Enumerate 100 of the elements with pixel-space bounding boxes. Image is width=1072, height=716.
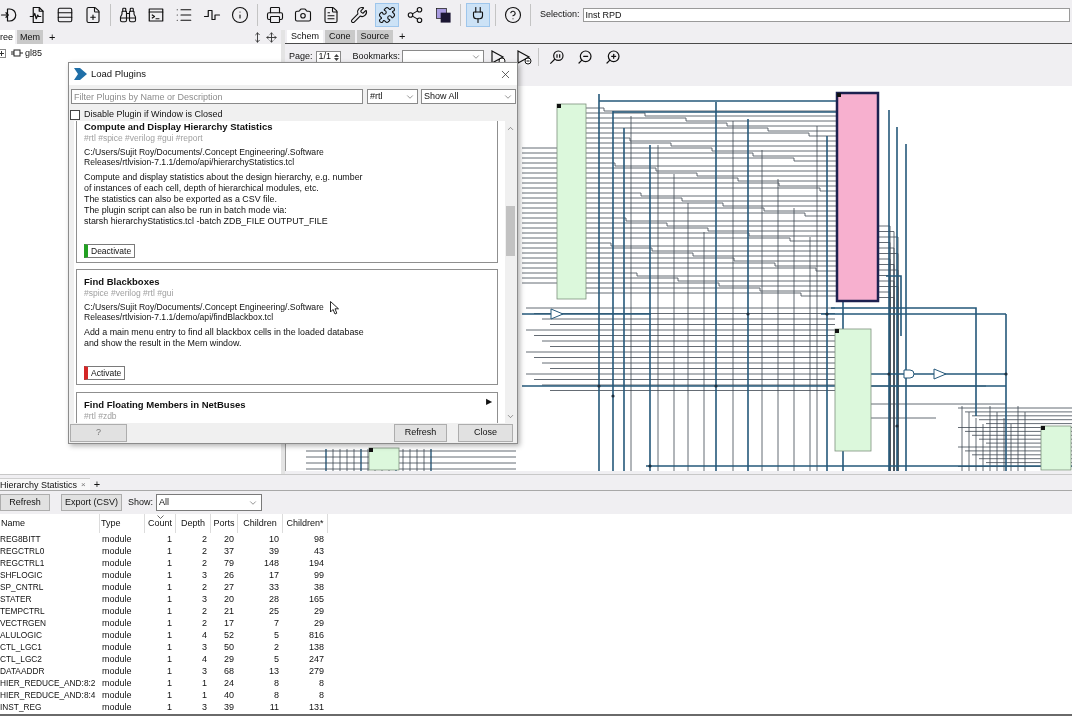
plugin-card[interactable] — [76, 121, 498, 263]
move-icon[interactable] — [266, 32, 277, 43]
puzzle-icon — [378, 6, 396, 24]
zoom-out-icon[interactable] — [577, 49, 594, 65]
dialog-button[interactable]: Refresh — [394, 424, 447, 442]
table-cell-text: STATER — [0, 593, 33, 605]
buffer-symbol[interactable] — [933, 368, 947, 380]
selection-field[interactable]: Inst RPD — [582, 8, 1070, 22]
plugin-description: Add a main menu entry to find all blackbox cells in the loaded database and show the result in the Mem window. — [84, 327, 364, 349]
table-cell-text: 39 — [268, 545, 280, 557]
schematic-cell[interactable] — [556, 103, 587, 300]
table-cell-text: ALULOGIC — [0, 629, 43, 641]
schematic-cell[interactable] — [1040, 425, 1072, 471]
zoom-in-icon[interactable] — [605, 49, 622, 65]
rows-icon — [56, 6, 74, 24]
schematic-cell[interactable] — [368, 447, 400, 471]
table-cell-text: REGCTRL0 — [0, 545, 46, 557]
table-cell-text: module — [101, 689, 133, 701]
add-tab-button[interactable]: + — [93, 478, 101, 490]
table-cell-text: module — [101, 605, 133, 617]
table-cell-text: 1 — [166, 545, 173, 557]
table-cell-text: 79 — [223, 557, 235, 569]
table-cell-text: 2 — [201, 545, 208, 557]
bookmarks-label: Bookmarks: — [352, 50, 401, 64]
table-cell-text: 1 — [166, 701, 173, 713]
plugin-toggle-button[interactable]: Deactivate — [84, 244, 136, 258]
table-cell-text: 29 — [313, 617, 325, 629]
gate-symbol[interactable] — [903, 369, 915, 379]
table-cell-text: 68 — [223, 665, 235, 677]
table-cell-text: module — [101, 653, 133, 665]
panel-tab[interactable]: ree — [0, 30, 15, 44]
schematic-cell[interactable] — [835, 91, 880, 303]
table-cell-text: module — [101, 665, 133, 677]
tree-item[interactable]: gl85 — [25, 47, 42, 59]
filter-field[interactable]: Filter Plugins by Name or Description — [71, 89, 363, 104]
table-cell-text: 1 — [166, 581, 173, 593]
table-cell-text: 4 — [201, 653, 208, 665]
view-tab[interactable]: Schem — [287, 30, 323, 43]
panel-tab[interactable]: Hierarchy Statistics × — [0, 478, 90, 490]
table-cell-text: 1 — [166, 593, 173, 605]
table-cell-text: 17 — [268, 569, 280, 581]
plugin-card[interactable] — [76, 269, 498, 385]
checkbox-label: Disable Plugin if Window is Closed — [84, 108, 223, 122]
table-cell-text: 1 — [166, 533, 173, 545]
column-header[interactable]: Depth — [176, 514, 211, 533]
view-tab[interactable]: Cone — [325, 30, 355, 43]
close-tab-button[interactable]: × — [81, 478, 86, 491]
dialog-button[interactable]: ? — [70, 424, 127, 442]
expand-box-icon[interactable] — [0, 48, 6, 58]
table-cell-text: 2 — [201, 581, 208, 593]
plugin-title: Find Floating Members in NetBuses — [84, 399, 246, 411]
binoculars-icon — [119, 6, 137, 24]
table-cell-text: 816 — [307, 629, 325, 641]
column-header[interactable]: Name — [0, 514, 100, 533]
table-cell-text: 1 — [166, 677, 173, 689]
add-tab-button[interactable]: + — [399, 30, 406, 43]
table-cell-text: 8 — [273, 677, 280, 689]
checkbox[interactable] — [70, 110, 80, 120]
table-cell-text: 3 — [201, 569, 208, 581]
magnifier-bars-icon[interactable] — [549, 49, 566, 65]
show-filter-dropdown[interactable]: Show All — [421, 89, 516, 104]
plugin-card[interactable]: Find Floating Members in NetBuses #rtl #zdb ▶ — [76, 392, 498, 423]
toolbar-button[interactable] — [375, 3, 399, 27]
gate-arrow-icon — [0, 6, 18, 24]
table-cell-text: 28 — [268, 593, 280, 605]
view-tab[interactable]: Source — [356, 30, 394, 43]
table-cell-text: SP_CNTRL — [0, 581, 45, 593]
tag-filter-dropdown[interactable]: #rtl — [367, 89, 418, 104]
scrollbar-thumb[interactable] — [506, 206, 515, 256]
table-cell-text: SHFLOGIC — [0, 569, 44, 581]
table-cell-text: CTL_LGC1 — [0, 641, 43, 653]
dialog-title: Load Plugins — [91, 66, 146, 81]
plugin-toggle-button[interactable]: Activate — [84, 366, 126, 380]
column-header[interactable]: Children — [238, 514, 283, 533]
column-header[interactable]: Children* — [283, 514, 328, 533]
move-vertical-icon[interactable] — [252, 32, 263, 43]
add-tab-button[interactable]: + — [49, 30, 56, 44]
selection-label: Selection: — [540, 8, 580, 22]
column-header[interactable]: Type — [100, 514, 145, 533]
table-cell-text: 25 — [268, 605, 280, 617]
toolbar-button[interactable] — [466, 3, 490, 27]
column-header[interactable]: Count — [145, 514, 176, 533]
printer-icon — [266, 6, 284, 24]
dialog-button[interactable]: Close — [458, 424, 513, 442]
expand-arrow[interactable]: ▶ — [486, 397, 492, 407]
buffer-symbol[interactable] — [550, 308, 564, 320]
table-cell-text: 1 — [166, 665, 173, 677]
table-cell-text: 138 — [307, 641, 325, 653]
toolbar-text-button[interactable]: Refresh — [0, 494, 50, 511]
table-cell-text: 2 — [273, 641, 280, 653]
logo-icon — [74, 68, 87, 80]
panel-tab[interactable]: Mem — [17, 30, 43, 44]
schematic-cell[interactable] — [834, 328, 872, 452]
table-cell-text: 5 — [273, 629, 280, 641]
show-dropdown[interactable]: All — [156, 494, 263, 511]
triangle-minus-icon[interactable] — [516, 49, 533, 65]
column-header[interactable]: Ports — [211, 514, 238, 533]
toolbar-text-button[interactable]: Export (CSV) — [61, 494, 122, 511]
info-icon — [231, 6, 249, 24]
table-cell-text: module — [101, 677, 133, 689]
